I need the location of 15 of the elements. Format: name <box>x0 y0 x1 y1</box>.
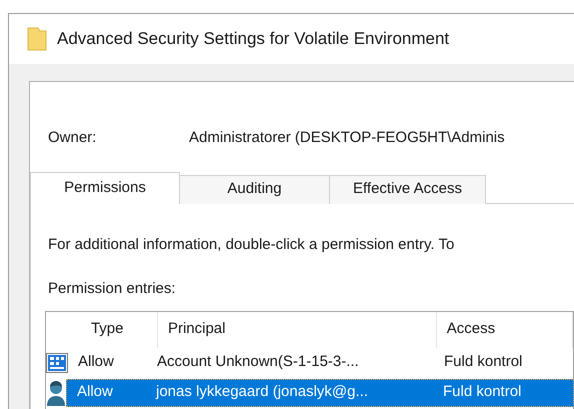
folder-icon <box>27 27 47 51</box>
info-text: For additional information, double-click a permission entry. To <box>47 234 456 254</box>
tab[interactable]: Effective Access <box>330 174 486 204</box>
column-header[interactable]: Type <box>80 312 158 348</box>
user-icon <box>46 380 66 406</box>
owner-value: Administratorer (DESKTOP-FEOG5HT\Adminis <box>189 128 505 148</box>
owner-label: Owner: <box>47 128 98 148</box>
permission-row[interactable]: Allow jonas lykkegaard (jonaslyk@g... Fuld kontrol <box>66 378 574 406</box>
entries-label: Permission entries: <box>47 279 177 299</box>
tab[interactable]: Permissions <box>30 172 180 204</box>
column-header[interactable]: Principal <box>158 312 437 348</box>
column-header[interactable]: Access <box>436 312 573 348</box>
tab[interactable]: Auditing <box>180 174 330 204</box>
permission-row[interactable]: Allow Account Unknown(S-1-15-3-... Fuld kontrol <box>68 348 574 376</box>
window-title: Advanced Security Settings for Volatile Environment <box>57 28 450 50</box>
